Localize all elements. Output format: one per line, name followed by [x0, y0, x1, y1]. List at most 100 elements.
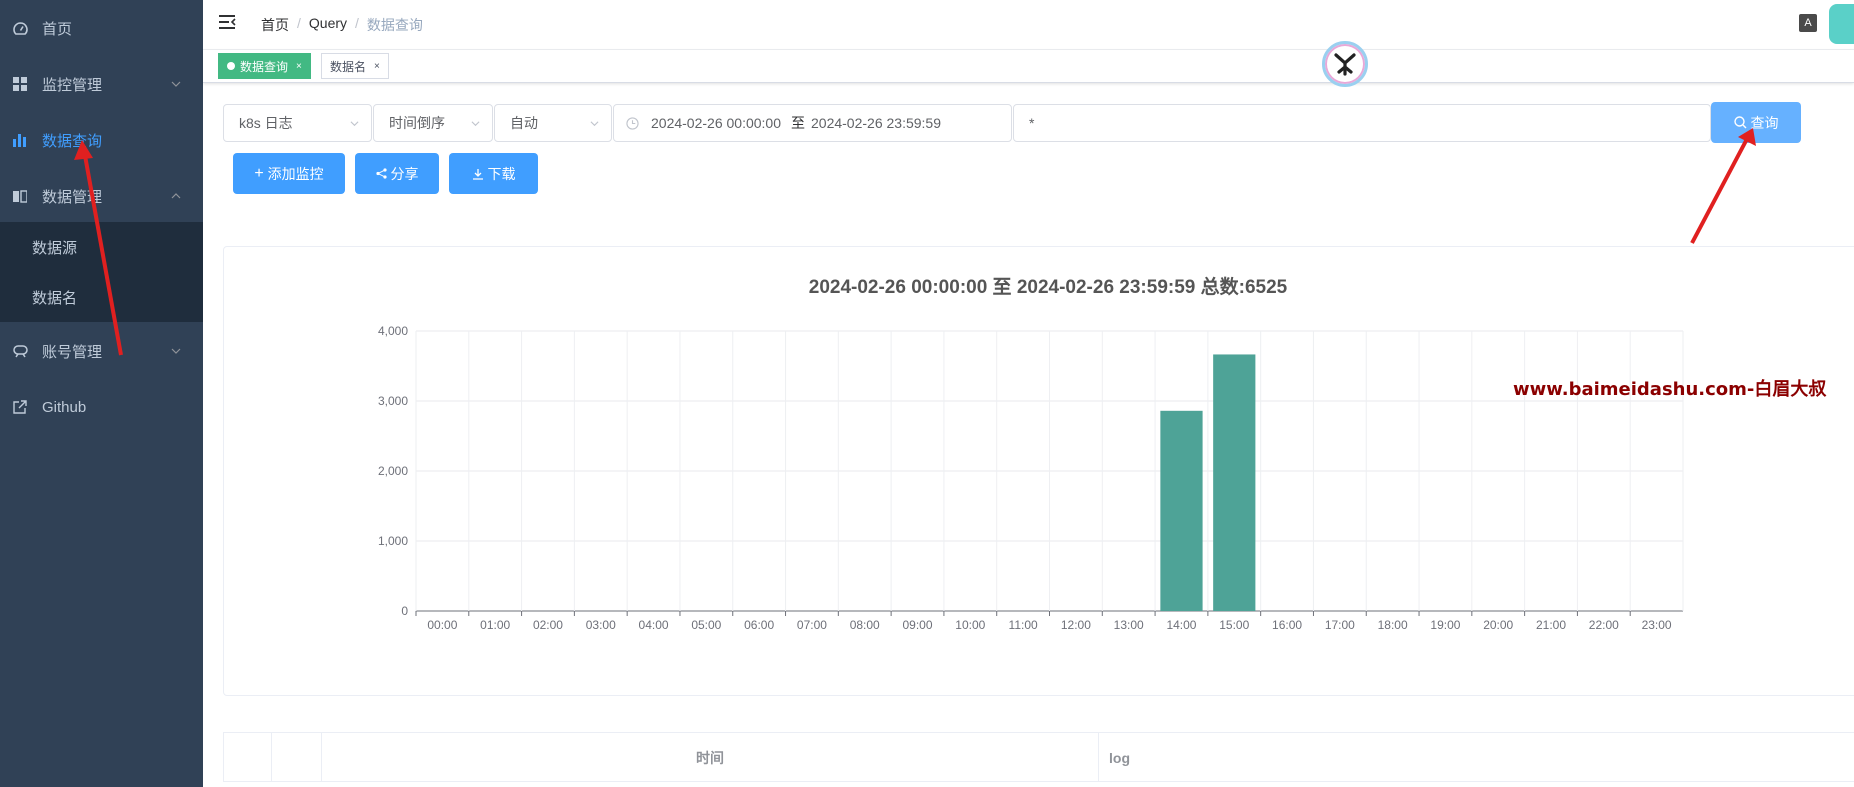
breadcrumb-separator: /: [355, 15, 359, 31]
clock-icon: [626, 116, 639, 130]
range-separator: 至: [791, 115, 805, 131]
book-icon: [12, 188, 28, 204]
close-icon[interactable]: ×: [374, 61, 380, 72]
hamburger-icon[interactable]: [218, 14, 236, 30]
dashboard-icon: [12, 20, 28, 36]
share-icon: [375, 168, 387, 179]
download-button[interactable]: 下载: [449, 153, 538, 194]
sidebar-item-monitor[interactable]: 监控管理: [0, 56, 203, 112]
x-tick-label: 07:00: [797, 618, 827, 632]
download-label: 下载: [487, 165, 516, 182]
grid-icon: [12, 76, 28, 92]
y-tick-label: 0: [401, 604, 408, 618]
breadcrumb-home[interactable]: 首页: [261, 15, 289, 35]
chevron-down-icon: [171, 348, 181, 354]
y-tick-label: 2,000: [378, 464, 408, 478]
x-tick-label: 12:00: [1061, 618, 1091, 632]
breadcrumb-separator: /: [297, 15, 301, 31]
query-button-label: 查询: [1750, 114, 1779, 131]
chevron-down-icon: [471, 121, 480, 127]
source-select[interactable]: k8s 日志: [223, 104, 372, 142]
x-tick-label: 17:00: [1325, 618, 1355, 632]
x-tick-label: 06:00: [744, 618, 774, 632]
logo-icon: [1322, 41, 1368, 87]
table-col-index: [272, 733, 322, 782]
log-table-header: 时间 log: [223, 732, 1854, 782]
table-col-log[interactable]: log: [1099, 733, 1854, 782]
sidebar-item-data-query[interactable]: 数据查询: [0, 112, 203, 168]
navbar: 首页 / Query / 数据查询 A: [203, 0, 1854, 50]
breadcrumb-current: 数据查询: [366, 17, 423, 33]
x-tick-label: 18:00: [1378, 618, 1408, 632]
x-tick-label: 15:00: [1219, 618, 1249, 632]
query-button[interactable]: 查询: [1711, 102, 1801, 143]
sidebar-item-label: 数据管理: [42, 188, 103, 206]
language-icon[interactable]: A: [1799, 14, 1817, 32]
external-link-icon: [12, 399, 28, 415]
tag-label: 数据查询: [240, 59, 289, 74]
sidebar-item-github[interactable]: Github: [0, 379, 203, 435]
sidebar-subitem-dataname[interactable]: 数据名: [0, 272, 203, 322]
bar-chart-icon: [12, 132, 28, 148]
start-date[interactable]: 2024-02-26 00:00:00: [651, 115, 781, 131]
bar: [1213, 354, 1256, 611]
x-tick-label: 01:00: [480, 618, 510, 632]
sidebar-item-label: 首页: [42, 20, 73, 38]
x-tick-label: 13:00: [1114, 618, 1144, 632]
arrow-annotation: [1690, 128, 1756, 244]
sidebar-item-home[interactable]: 首页: [0, 0, 203, 56]
x-tick-label: 23:00: [1642, 618, 1672, 632]
language-label: A: [1804, 17, 1812, 29]
x-tick-label: 05:00: [691, 618, 721, 632]
y-tick-label: 1,000: [378, 534, 408, 548]
tag-data-name[interactable]: 数据名 ×: [321, 53, 389, 79]
table-col-expand: [224, 733, 272, 782]
date-range-picker[interactable]: 2024-02-26 00:00:00 至 2024-02-26 23:59:5…: [613, 104, 1012, 142]
chevron-up-icon: [171, 193, 181, 199]
tag-data-query[interactable]: 数据查询 ×: [218, 53, 311, 79]
table-row: [223, 781, 1854, 787]
watermark: www.baimeidashu.com-白眉大叔: [1513, 379, 1827, 400]
sidebar-item-label: 监控管理: [42, 76, 103, 94]
x-tick-label: 09:00: [903, 618, 933, 632]
sidebar-item-label: 数据查询: [42, 132, 103, 150]
chevron-down-icon: [171, 81, 181, 87]
share-button[interactable]: 分享: [355, 153, 439, 194]
x-tick-label: 16:00: [1272, 618, 1302, 632]
sidebar-item-account[interactable]: 账号管理: [0, 323, 203, 379]
tag-label: 数据名: [330, 59, 367, 74]
sidebar-item-label: 账号管理: [42, 343, 103, 361]
x-tick-label: 22:00: [1589, 618, 1619, 632]
end-date[interactable]: 2024-02-26 23:59:59: [811, 115, 941, 131]
sidebar-subitem-datasource[interactable]: 数据源: [0, 222, 203, 272]
x-tick-label: 14:00: [1166, 618, 1196, 632]
interval-select[interactable]: 自动: [494, 104, 612, 142]
order-select[interactable]: 时间倒序: [373, 104, 493, 142]
x-tick-label: 04:00: [639, 618, 669, 632]
add-monitor-button[interactable]: + 添加监控: [233, 153, 345, 194]
avatar[interactable]: [1829, 4, 1854, 44]
tags-view: 数据查询 × 数据名 ×: [203, 50, 1854, 83]
source-select-value: k8s 日志: [239, 115, 293, 131]
table-col-time[interactable]: 时间: [322, 733, 1099, 782]
y-tick-label: 4,000: [378, 324, 408, 338]
add-monitor-label: 添加监控: [267, 165, 324, 182]
interval-select-value: 自动: [510, 115, 538, 131]
breadcrumb-query[interactable]: Query: [309, 15, 347, 35]
close-icon[interactable]: ×: [296, 61, 302, 72]
breadcrumb: 首页 / Query / 数据查询: [261, 15, 423, 35]
query-input[interactable]: *: [1013, 104, 1711, 142]
x-tick-label: 21:00: [1536, 618, 1566, 632]
plus-icon: +: [254, 164, 264, 182]
active-dot: [227, 62, 235, 70]
x-tick-label: 00:00: [427, 618, 457, 632]
query-input-value: *: [1029, 115, 1035, 131]
chevron-down-icon: [350, 121, 359, 127]
download-icon: [472, 168, 483, 180]
search-icon: [1733, 116, 1746, 129]
x-tick-label: 10:00: [955, 618, 985, 632]
share-label: 分享: [390, 165, 419, 182]
sidebar-item-data-manage[interactable]: 数据管理: [0, 168, 203, 224]
x-tick-label: 11:00: [1009, 618, 1038, 632]
x-tick-label: 02:00: [533, 618, 563, 632]
